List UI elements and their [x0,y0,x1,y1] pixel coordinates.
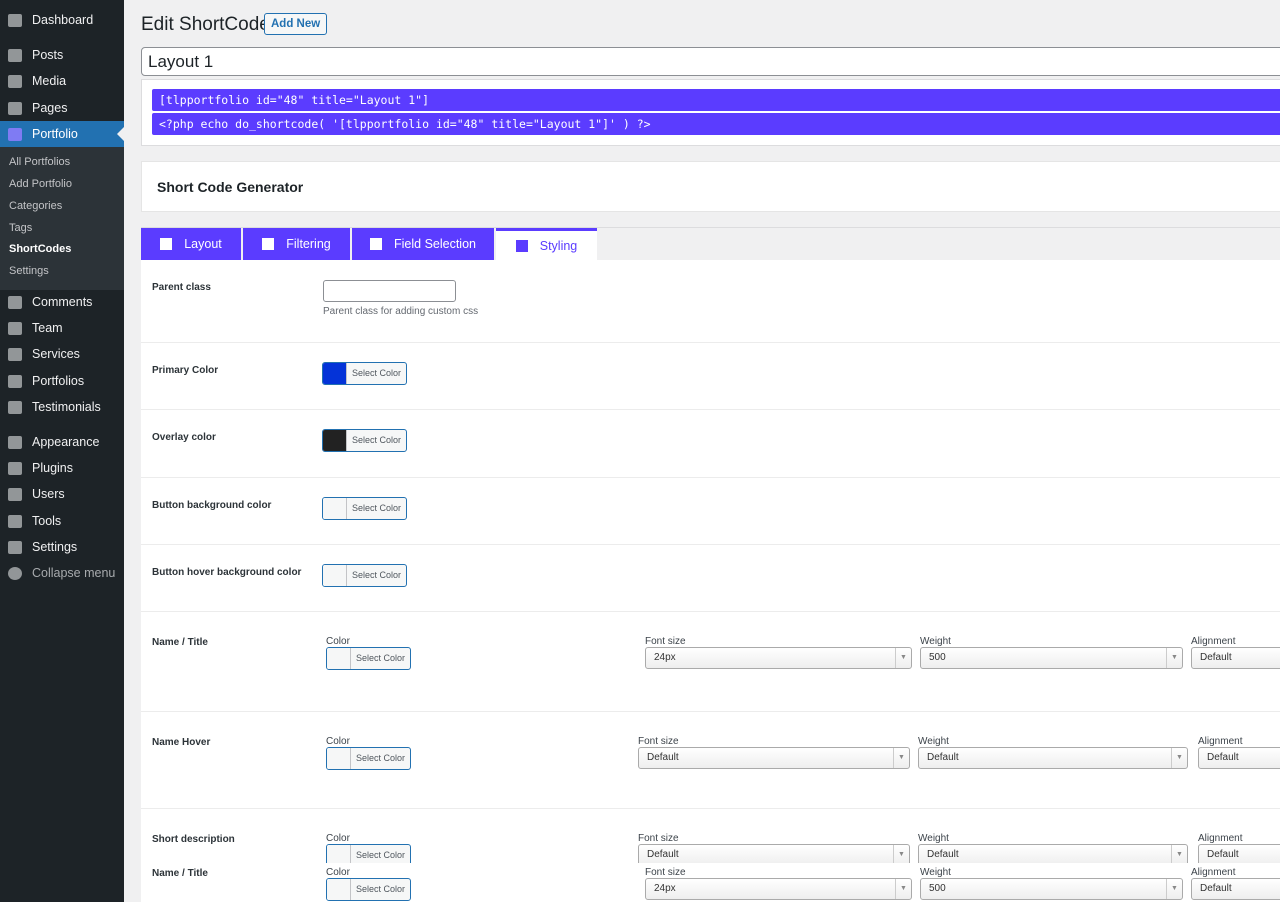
weight-select[interactable]: Default ▼ [918,844,1188,863]
weight-select[interactable]: 500 ▼ [920,878,1183,900]
color-picker-button[interactable]: Select Color [326,878,411,901]
color-label: Color [326,833,350,844]
select-value: Default [1207,849,1239,860]
chevron-down-icon: ▼ [1171,845,1187,863]
alignment-select[interactable]: Default [1198,844,1280,863]
font-size-select[interactable]: 24px ▼ [645,878,912,900]
typography-row-label: Short description [152,834,235,845]
select-value: Default [1200,883,1232,894]
select-value: Default [927,849,959,860]
alignment-label: Alignment [1191,867,1236,878]
chevron-down-icon: ▼ [893,845,909,863]
alignment-label: Alignment [1198,833,1243,844]
chevron-down-icon: ▼ [895,879,911,899]
select-value: 500 [929,883,946,894]
color-swatch [327,845,351,863]
alignment-select[interactable]: Default [1191,878,1280,900]
color-swatch [327,879,351,900]
weight-label: Weight [918,833,949,844]
chevron-down-icon: ▼ [1166,879,1182,899]
clipped-row: Short description Color Font size Weight Ali… [0,0,1280,863]
font-size-label: Font size [638,833,679,844]
select-value: 24px [654,883,676,894]
color-label: Color [326,867,350,878]
select-color-label: Select Color [355,850,406,860]
font-size-label: Font size [645,867,686,878]
color-picker-button[interactable]: Select Color [326,844,411,863]
select-color-label: Select Color [355,884,406,894]
typography-row-label: Name / Title [152,868,208,879]
weight-label: Weight [920,867,951,878]
select-value: Default [647,849,679,860]
font-size-select[interactable]: Default ▼ [638,844,910,863]
